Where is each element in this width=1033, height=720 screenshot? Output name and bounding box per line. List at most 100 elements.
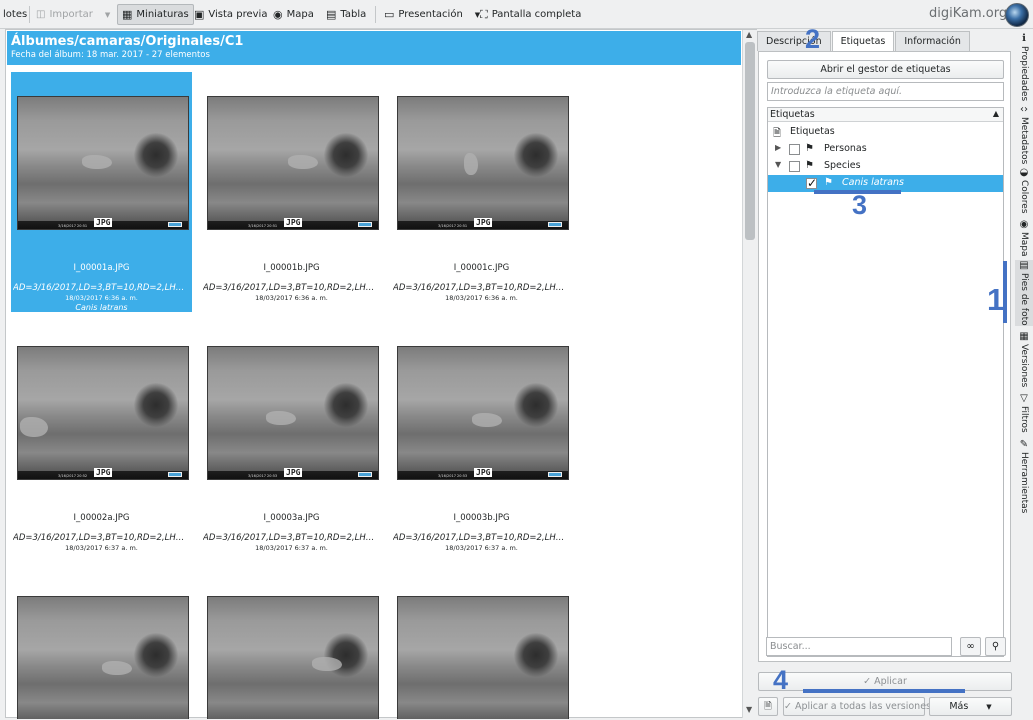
thumbnail-item[interactable]: 3/16/2017 20:51 JPG I_00001c.JPG AD=3/16/… (391, 72, 572, 312)
scroll-up-icon[interactable]: ▲ (746, 30, 752, 39)
photo-thumbnail (397, 596, 569, 719)
presentation-icon: ▭ (384, 8, 395, 21)
album-subtitle: Fecha del álbum: 18 mar. 2017 - 27 eleme… (11, 50, 210, 60)
tag-row-root[interactable]: 🗎 Etiquetas (768, 124, 1003, 141)
annotation-number: 1 (987, 282, 1005, 317)
tag-checkbox[interactable] (789, 161, 800, 172)
item-metadata: AD=3/16/2017,LD=3,BT=10,RD=2,LH=0,... (13, 283, 190, 293)
tag-label: Species (824, 160, 861, 171)
thumbnail-item[interactable]: 3/16/2017 20:51 JPG I_00001a.JPG AD=3/16/… (11, 72, 192, 312)
lotes-button[interactable]: lotes (3, 4, 27, 25)
thumbnail-item[interactable]: 3/16/2017 20:52 JPG I_00002a.JPG AD=3/16/… (11, 322, 192, 562)
fullscreen-label: Pantalla completa (491, 9, 582, 20)
preview-label: Vista previa (208, 9, 268, 20)
icon-view: Álbumes/camaras/Originales/C1 Fecha del … (5, 29, 757, 719)
expand-icon[interactable]: ▶ (775, 143, 781, 152)
item-date: 18/03/2017 6:37 a. m. (65, 544, 138, 552)
map-button[interactable]: ◉ Mapa (273, 4, 314, 25)
apply-label: Aplicar (874, 676, 907, 687)
tag-tree-header[interactable]: Etiquetas ▲ (768, 108, 1003, 122)
item-date: 18/03/2017 6:36 a. m. (65, 294, 138, 302)
item-metadata: AD=3/16/2017,LD=3,BT=10,RD=2,LH=0,... (13, 533, 190, 543)
annotation-underline (803, 689, 965, 693)
import-label: Importar (49, 9, 93, 20)
document-icon[interactable]: 🗎 (758, 697, 778, 716)
info-icon: ℹ (1022, 33, 1026, 44)
collapse-icon[interactable]: ▼ (775, 160, 781, 169)
photo-thumbnail: 3/16/2017 20:51 JPG (17, 96, 189, 230)
thumbnail-item[interactable] (391, 572, 572, 719)
vertical-scrollbar[interactable]: ▲ ▼ (742, 30, 757, 718)
tag-icon: ⚑ (805, 160, 814, 171)
import-button[interactable]: ◫ Importar ▼ (36, 4, 110, 25)
scroll-handle[interactable] (745, 42, 755, 240)
item-metadata: AD=3/16/2017,LD=3,BT=10,RD=2,LH=0,... (203, 283, 380, 293)
versions-icon: ▦ (1019, 331, 1029, 342)
digikam-logo (1005, 3, 1029, 27)
tab-herramientas[interactable]: ✎ Herramientas (1015, 439, 1033, 513)
photo-thumbnail (207, 596, 379, 719)
tag-row-personas[interactable]: ▶ ⚑ Personas (768, 141, 1003, 158)
tag-search-input[interactable]: Buscar... (766, 637, 952, 656)
item-metadata: AD=3/16/2017,LD=3,BT=10,RD=2,LH=0,... (203, 533, 380, 543)
tag-checkbox-checked[interactable] (806, 176, 817, 190)
item-date: 18/03/2017 6:37 a. m. (445, 544, 518, 552)
open-tag-manager-button[interactable]: Abrir el gestor de etiquetas (767, 60, 1004, 79)
annotation-underline (814, 190, 901, 194)
item-date: 18/03/2017 6:37 a. m. (255, 544, 328, 552)
check-icon: ✓ (863, 676, 872, 687)
sidebar-tabs: Descripción Etiquetas Información (757, 31, 971, 51)
search-options-icon[interactable]: ⚲ (985, 637, 1006, 656)
table-button[interactable]: ▤ Tabla (326, 4, 366, 25)
grid-icon: ▦ (122, 8, 133, 21)
tab-etiquetas[interactable]: Etiquetas (831, 31, 895, 51)
tag-row-species[interactable]: ▼ ⚑ Species (768, 158, 1003, 175)
tag-label: Etiquetas (790, 126, 835, 137)
globe-icon: ◉ (1019, 219, 1029, 230)
annotation-number: 4 (773, 665, 789, 695)
tag-checkbox[interactable] (789, 144, 800, 155)
tag-tree-header-label: Etiquetas (770, 109, 815, 120)
preview-button[interactable]: ▣ Vista previa (194, 4, 267, 25)
tab-colores[interactable]: ◒ Colores (1015, 167, 1033, 214)
link-icon[interactable]: ∞ (960, 637, 981, 656)
import-icon: ◫ (36, 9, 46, 20)
presentation-button[interactable]: ▭ Presentación ▼ (384, 4, 480, 25)
tags-panel: Abrir el gestor de etiquetas Introduzca … (758, 51, 1011, 662)
annotation-number: 3 (852, 190, 868, 220)
tab-pies-de-foto[interactable]: ▤ Pies de foto (1015, 260, 1033, 326)
thumbnail-item[interactable]: 3/16/2017 20:53 JPG I_00003b.JPG AD=3/16/… (391, 322, 572, 562)
annotation-number: 2 (805, 24, 821, 54)
tab-versiones[interactable]: ▦ Versiones (1015, 331, 1033, 387)
more-button[interactable]: Más ▼ (929, 697, 1012, 716)
caption-icon: ▤ (1019, 260, 1029, 271)
tab-metadatos[interactable]: ‹› Metadatos (1015, 104, 1033, 164)
thumbnails-button[interactable]: ▦ Miniaturas (117, 4, 194, 25)
photo-thumbnail: 3/16/2017 20:53 JPG (397, 346, 569, 480)
thumbnail-item[interactable]: 3/16/2017 20:53 JPG I_00003a.JPG AD=3/16/… (201, 322, 382, 562)
tab-propiedades[interactable]: ℹ Propiedades (1015, 33, 1033, 101)
tab-informacion[interactable]: Información (895, 31, 970, 51)
item-metadata: AD=3/16/2017,LD=3,BT=10,RD=2,LH=0,... (393, 533, 570, 543)
apply-all-versions-button[interactable]: ✓ Aplicar a todas las versiones (783, 697, 931, 716)
check-icon: ✓ (784, 701, 792, 712)
thumbnail-item[interactable] (11, 572, 192, 719)
tag-input[interactable]: Introduzca la etiqueta aquí. (767, 82, 1004, 101)
pencil-icon: ✎ (1019, 439, 1029, 450)
table-label: Tabla (340, 9, 367, 20)
right-vertical-tab-bar: ℹ Propiedades ‹› Metadatos ◒ Colores ◉ Mapa … (1015, 29, 1033, 549)
fullscreen-button[interactable]: ⛶ Pantalla completa (480, 4, 581, 25)
filter-icon: ▽ (1020, 393, 1028, 404)
scroll-down-icon[interactable]: ▼ (746, 705, 752, 714)
annotation-sidebar-line (1003, 261, 1007, 323)
tab-mapa[interactable]: ◉ Mapa (1015, 219, 1033, 257)
photo-thumbnail (17, 596, 189, 719)
thumbnail-item[interactable]: 3/16/2017 20:51 JPG I_00001b.JPG AD=3/16/… (201, 72, 382, 312)
tab-filtros[interactable]: ▽ Filtros (1015, 393, 1033, 433)
album-header: Álbumes/camaras/Originales/C1 Fecha del … (7, 31, 741, 65)
toolbar-separator (29, 6, 30, 23)
photo-thumbnail: 3/16/2017 20:51 JPG (397, 96, 569, 230)
item-metadata: AD=3/16/2017,LD=3,BT=10,RD=2,LH=0,... (393, 283, 570, 293)
thumbnail-item[interactable] (201, 572, 382, 719)
color-icon: ◒ (1019, 167, 1029, 178)
